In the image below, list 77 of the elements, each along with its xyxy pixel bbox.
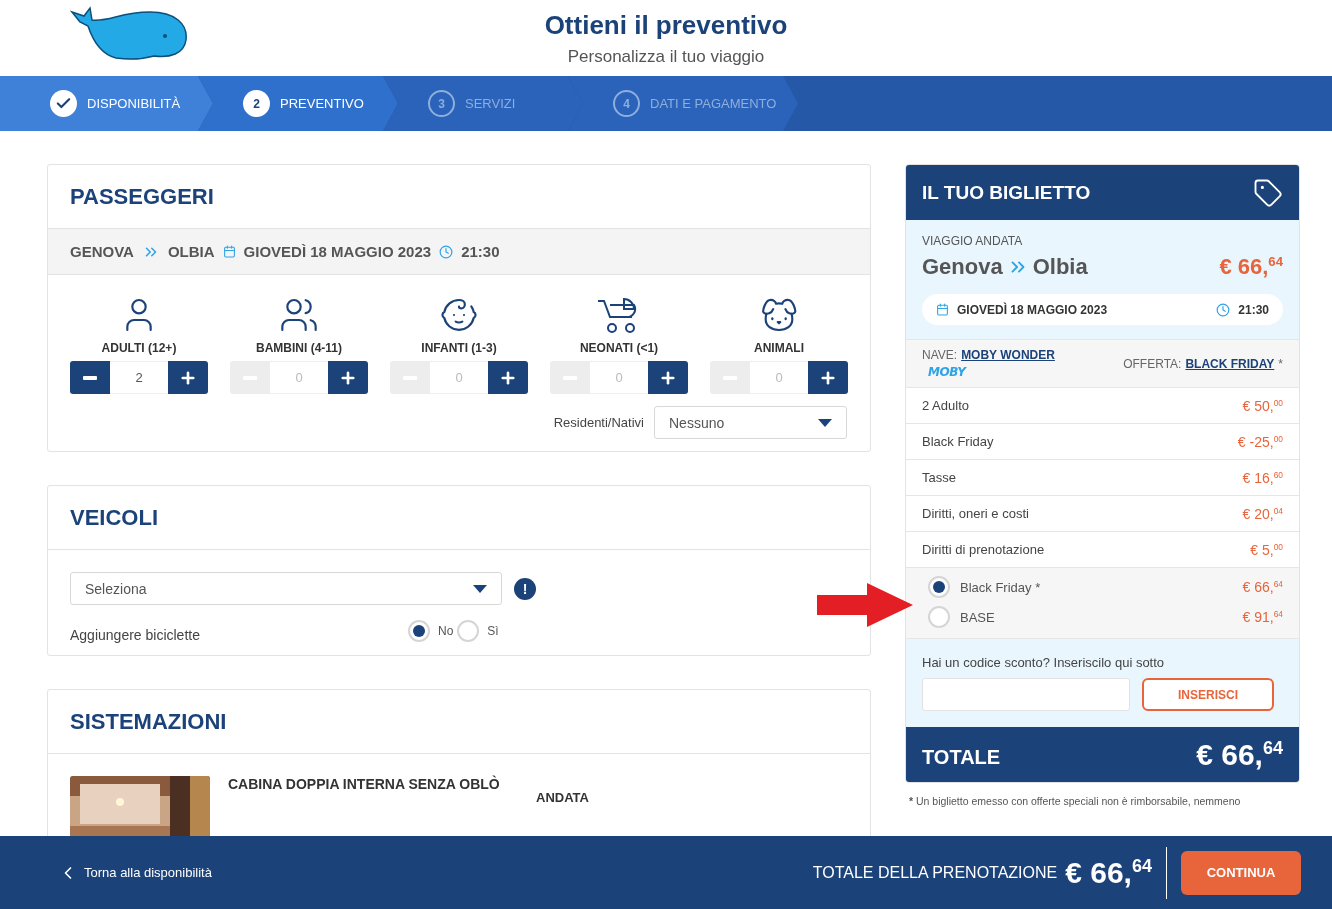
minus-icon <box>83 375 97 380</box>
clock-icon <box>1216 302 1231 317</box>
increment-button[interactable] <box>168 361 208 394</box>
caret-icon <box>818 418 832 427</box>
origin-text: GENOVA <box>70 243 134 260</box>
decrement-button[interactable] <box>70 361 110 394</box>
passenger-label: BAMBINI (4-11) <box>256 341 342 355</box>
destination-city: Olbia <box>1032 254 1088 280</box>
price-line-amount: € 5,$^{00}$ <box>1250 541 1283 558</box>
direction-label: ANDATA <box>536 790 589 807</box>
trip-label: VIAGGIO ANDATA <box>922 234 1024 248</box>
section-title: SISTEMAZIONI <box>48 690 870 754</box>
passenger-label: ADULTI (12+) <box>101 341 177 355</box>
progress-step[interactable]: DISPONIBILITÀ <box>0 76 213 131</box>
date-text: GIOVEDÌ 18 MAGGIO 2023 <box>957 302 1108 317</box>
total-label: TOTALE <box>922 745 1001 769</box>
passenger-label: INFANTI (1-3) <box>421 341 497 355</box>
info-icon[interactable]: ! <box>514 577 536 600</box>
discount-prompt: Hai un codice sconto? Inseriscilo qui sotto <box>922 655 1166 670</box>
ship-link[interactable]: MOBY WONDER <box>961 348 1055 362</box>
offer-label: OFFERTA: <box>1123 356 1182 371</box>
bikes-label: Aggiungere biciclette <box>70 626 201 643</box>
back-link[interactable]: Torna alla disponibilità <box>58 862 212 883</box>
clock-icon <box>439 244 454 259</box>
price-line-amount: € 50,$^{00}$ <box>1242 397 1283 414</box>
destination-text: OLBIA <box>167 243 215 260</box>
booking-total-label: TOTALE DELLA PRENOTAZIONE <box>812 863 1058 882</box>
operator-logo: MOBY <box>928 365 968 379</box>
radio-button[interactable] <box>408 620 430 642</box>
calendar-icon <box>936 303 949 316</box>
price-line-label: 2 Adulto <box>922 398 969 413</box>
time-text: 21:30 <box>461 243 500 260</box>
price-line-label: Tasse <box>922 470 956 485</box>
booking-total-price: € 66,$^{64}$ <box>1065 855 1152 890</box>
radio-button[interactable] <box>928 576 950 598</box>
radio-option[interactable]: No <box>408 620 454 642</box>
section-title: VEICOLI <box>48 486 870 550</box>
price-line-amount: € -25,$^{00}$ <box>1237 433 1283 450</box>
increment-button[interactable] <box>328 361 368 394</box>
ship-label: NAVE: <box>922 348 958 362</box>
tag-icon <box>1253 177 1283 208</box>
caret-icon <box>473 584 487 593</box>
discount-code-field[interactable] <box>922 678 1130 711</box>
fare-label: Black Friday * <box>960 579 1041 595</box>
fare-amount: € 66,$^{64}$ <box>1242 579 1283 595</box>
price-line-label: Black Friday <box>922 434 994 449</box>
time-text: 21:30 <box>1238 302 1269 317</box>
vehicle-select[interactable]: Seleziona <box>70 572 502 605</box>
radio-button[interactable] <box>457 620 480 642</box>
trip-price: € 66,$^{64}$ <box>1219 254 1283 280</box>
price-line-amount: € 20,$^{04}$ <box>1242 505 1283 522</box>
calendar-icon <box>222 245 236 258</box>
increment-button[interactable] <box>488 361 528 394</box>
price-line-amount: € 16,$^{60}$ <box>1242 469 1283 486</box>
cabin-name: CABINA DOPPIA INTERNA SENZA OBLÒ <box>228 776 501 794</box>
residents-label: Residenti/Nativi <box>553 415 644 430</box>
page-subtitle: Personalizza il tuo viaggio <box>567 46 765 67</box>
footnote: * Un biglietto emesso con offerte speciali non è rimborsabile, nemmeno <box>909 795 1242 807</box>
offer-link[interactable]: BLACK FRIDAY <box>1185 356 1275 371</box>
page-title: Ottieni il preventivo <box>544 9 788 41</box>
fare-amount: € 91,$^{64}$ <box>1242 609 1283 625</box>
total-price: € 66,$^{64}$ <box>1196 737 1283 772</box>
ticket-title: IL TUO BIGLIETTO <box>922 181 1091 204</box>
radio-option[interactable]: Sì <box>457 620 499 642</box>
passenger-label: NEONATI (<1) <box>579 341 659 355</box>
price-line-label: Diritti, oneri e costi <box>922 506 1029 521</box>
origin-city: Genova <box>922 254 1003 280</box>
fare-label: BASE <box>960 609 995 625</box>
increment-button[interactable] <box>808 361 848 394</box>
progress-step[interactable]: 2 PREVENTIVO <box>198 76 398 131</box>
passenger-label: ANIMALI <box>754 341 804 355</box>
residents-select[interactable]: Nessuno <box>654 406 847 439</box>
price-line-label: Diritti di prenotazione <box>922 542 1045 557</box>
date-text: GIOVEDÌ 18 MAGGIO 2023 <box>243 243 432 260</box>
radio-button[interactable] <box>928 606 950 628</box>
asterisk-mark: * <box>1278 356 1283 371</box>
increment-button[interactable] <box>648 361 688 394</box>
